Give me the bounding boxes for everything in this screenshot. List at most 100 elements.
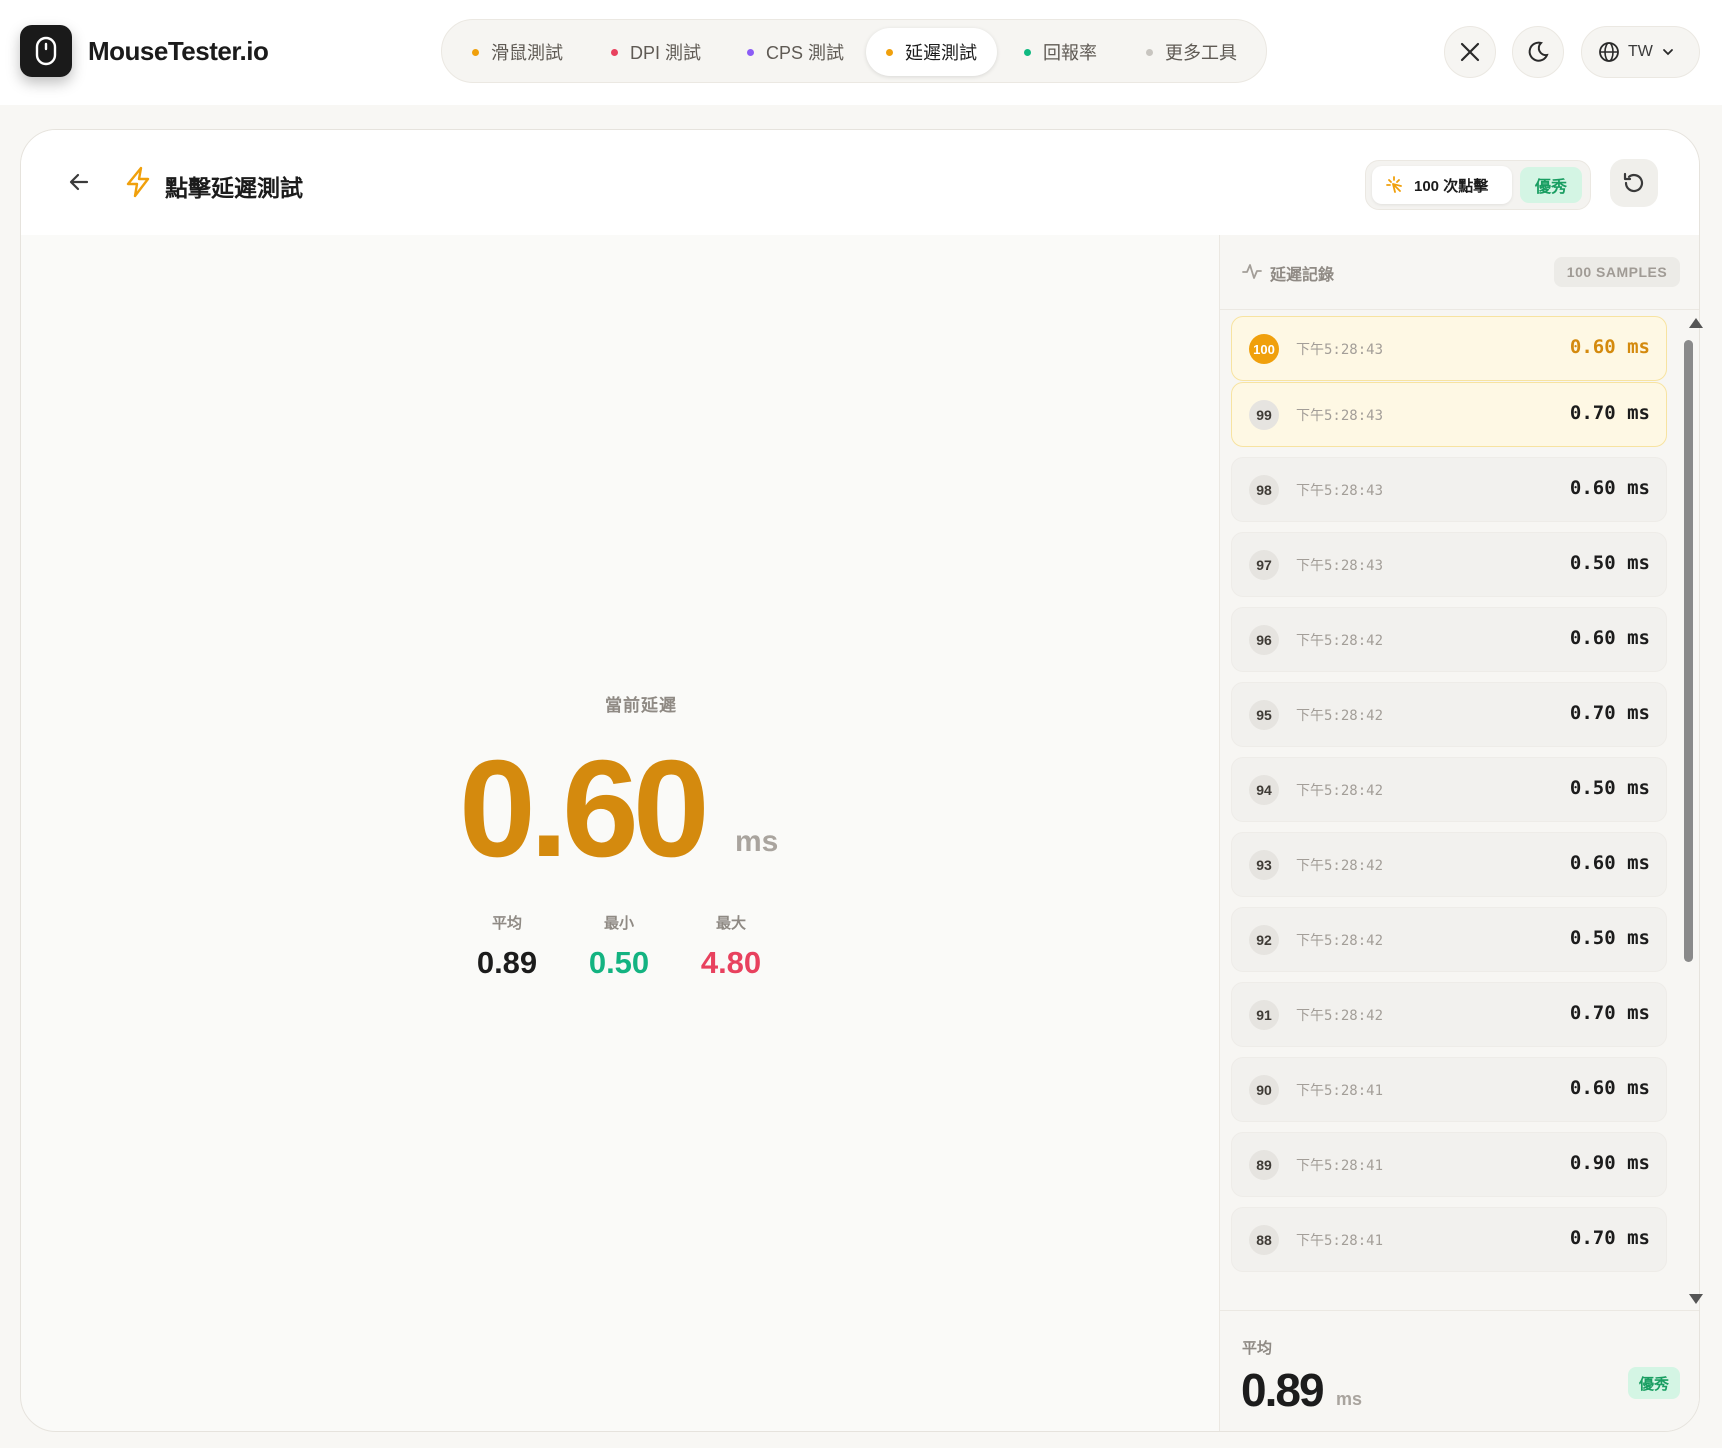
sample-latency: 0.60 ms bbox=[1569, 627, 1650, 649]
sample-latency: 0.90 ms bbox=[1569, 1152, 1650, 1174]
stat-min-value: 0.50 bbox=[588, 945, 650, 980]
scrollbar-thumb[interactable] bbox=[1684, 340, 1693, 962]
latency-test-card: 點擊延遲測試 100 次點擊 優秀 當前延遲 0.60 ms 平均 0.89 最… bbox=[20, 129, 1700, 1432]
latency-log-row: 96 下午5:28:42 0.60 ms bbox=[1231, 607, 1667, 672]
latency-log-row: 88 下午5:28:41 0.70 ms bbox=[1231, 1207, 1667, 1272]
stat-min-label: 最小 bbox=[603, 915, 634, 932]
sample-time: 下午5:28:43 bbox=[1296, 558, 1384, 574]
nav-latency-test[interactable]: 延遲測試 bbox=[866, 28, 997, 76]
rating-badge: 優秀 bbox=[1520, 167, 1582, 203]
sample-latency: 0.70 ms bbox=[1569, 402, 1650, 424]
latency-log-panel: 延遲記錄 100 SAMPLES 100 下午5:28:43 0.60 ms 99 下午… bbox=[1219, 235, 1699, 1431]
sample-number: 89 bbox=[1249, 1150, 1279, 1180]
sample-latency: 0.50 ms bbox=[1569, 552, 1650, 574]
chevron-down-icon bbox=[1662, 49, 1673, 56]
latency-log-row: 100 下午5:28:43 0.60 ms bbox=[1231, 316, 1667, 381]
stat-min: 最小 0.50 bbox=[564, 912, 674, 981]
sample-latency: 0.50 ms bbox=[1569, 927, 1650, 949]
latency-log-row: 97 下午5:28:43 0.50 ms bbox=[1231, 532, 1667, 597]
x-twitter-icon[interactable] bbox=[1444, 26, 1496, 78]
globe-icon bbox=[1599, 42, 1619, 62]
log-panel-header: 延遲記錄 100 SAMPLES bbox=[1220, 235, 1699, 310]
nav-mouse-test[interactable]: 滑鼠測試 bbox=[452, 28, 583, 76]
nav-more-tools[interactable]: 更多工具 bbox=[1126, 28, 1257, 76]
sample-time: 下午5:28:42 bbox=[1296, 1008, 1384, 1024]
nav-label: 滑鼠測試 bbox=[491, 43, 563, 63]
latency-log-row: 95 下午5:28:42 0.70 ms bbox=[1231, 682, 1667, 747]
nav-dot bbox=[1146, 48, 1153, 56]
nav-dpi-test[interactable]: DPI 測試 bbox=[591, 28, 721, 76]
latency-log-row: 90 下午5:28:41 0.60 ms bbox=[1231, 1057, 1667, 1122]
clicks-count: 100 次點擊 bbox=[1414, 177, 1489, 195]
sample-number: 96 bbox=[1249, 625, 1279, 655]
sample-latency: 0.70 ms bbox=[1569, 702, 1650, 724]
sample-number: 91 bbox=[1249, 1000, 1279, 1030]
sample-number: 90 bbox=[1249, 1075, 1279, 1105]
nav-label: 回報率 bbox=[1043, 43, 1097, 63]
sample-latency: 0.60 ms bbox=[1569, 852, 1650, 874]
sample-number: 99 bbox=[1249, 400, 1279, 430]
sample-time: 下午5:28:41 bbox=[1296, 1158, 1384, 1174]
sample-latency: 0.70 ms bbox=[1569, 1227, 1650, 1249]
page-title: 點擊延遲測試 bbox=[165, 175, 303, 201]
sample-time: 下午5:28:42 bbox=[1296, 708, 1384, 724]
footer-average-label: 平均 bbox=[1242, 1340, 1273, 1357]
footer-average-unit: ms bbox=[1336, 1389, 1363, 1409]
top-navbar: MouseTester.io 滑鼠測試 DPI 測試 CPS 測試 延遲測試 回… bbox=[0, 0, 1722, 105]
nav-dot bbox=[886, 48, 893, 56]
stat-max-value: 4.80 bbox=[700, 945, 762, 980]
sample-number: 98 bbox=[1249, 475, 1279, 505]
sample-time: 下午5:28:42 bbox=[1296, 633, 1384, 649]
nav-cps-test[interactable]: CPS 測試 bbox=[727, 28, 864, 76]
sample-number: 95 bbox=[1249, 700, 1279, 730]
language-code: TW bbox=[1628, 43, 1653, 60]
stat-max-label: 最大 bbox=[715, 915, 746, 932]
latency-log-list[interactable]: 100 下午5:28:43 0.60 ms 99 下午5:28:43 0.70 ms 98 下… bbox=[1220, 312, 1699, 1287]
footer-rating-badge: 優秀 bbox=[1628, 1367, 1680, 1399]
footer-average-value: 0.89 bbox=[1241, 1364, 1325, 1416]
activity-pulse-icon bbox=[1242, 264, 1262, 279]
sample-time: 下午5:28:42 bbox=[1296, 858, 1384, 874]
sample-number: 88 bbox=[1249, 1225, 1279, 1255]
back-arrow-icon[interactable] bbox=[63, 166, 95, 198]
current-latency-label: 當前延遲 bbox=[605, 696, 677, 715]
nav-dot bbox=[1024, 48, 1031, 56]
scroll-down-arrow[interactable] bbox=[1689, 1294, 1703, 1304]
sample-time: 下午5:28:43 bbox=[1296, 408, 1384, 424]
sample-time: 下午5:28:43 bbox=[1296, 342, 1384, 358]
latency-log-row: 93 下午5:28:42 0.60 ms bbox=[1231, 832, 1667, 897]
brand-name[interactable]: MouseTester.io bbox=[88, 36, 269, 67]
latency-log-row: 94 下午5:28:42 0.50 ms bbox=[1231, 757, 1667, 822]
latency-log-row: 92 下午5:28:42 0.50 ms bbox=[1231, 907, 1667, 972]
sample-time: 下午5:28:41 bbox=[1296, 1083, 1384, 1099]
card-header: 點擊延遲測試 100 次點擊 優秀 bbox=[21, 130, 1699, 235]
nav-dot bbox=[611, 48, 618, 56]
clicks-summary: 100 次點擊 優秀 bbox=[1365, 160, 1591, 210]
language-selector[interactable]: TW bbox=[1581, 26, 1700, 78]
sample-time: 下午5:28:42 bbox=[1296, 933, 1384, 949]
sample-number: 94 bbox=[1249, 775, 1279, 805]
stat-average: 平均 0.89 bbox=[452, 912, 562, 981]
current-latency-value: 0.60 bbox=[459, 732, 710, 886]
sample-time: 下午5:28:42 bbox=[1296, 783, 1384, 799]
stat-average-label: 平均 bbox=[491, 915, 522, 932]
lightning-bolt-icon bbox=[126, 166, 150, 198]
logo-mouse-icon[interactable] bbox=[20, 25, 72, 77]
stat-average-value: 0.89 bbox=[476, 945, 538, 980]
sample-latency: 0.60 ms bbox=[1569, 1077, 1650, 1099]
main-nav: 滑鼠測試 DPI 測試 CPS 測試 延遲測試 回報率 更多工具 bbox=[441, 19, 1267, 83]
scroll-up-arrow[interactable] bbox=[1689, 318, 1703, 328]
sample-time: 下午5:28:43 bbox=[1296, 483, 1384, 499]
nav-polling-rate[interactable]: 回報率 bbox=[1004, 28, 1117, 76]
click-sparkle-icon bbox=[1386, 176, 1402, 193]
nav-label: CPS 測試 bbox=[766, 43, 845, 63]
reset-button[interactable] bbox=[1610, 159, 1658, 207]
sample-number: 93 bbox=[1249, 850, 1279, 880]
sample-number: 92 bbox=[1249, 925, 1279, 955]
nav-label: 更多工具 bbox=[1165, 43, 1237, 63]
sample-latency: 0.60 ms bbox=[1569, 336, 1650, 358]
sample-number: 97 bbox=[1249, 550, 1279, 580]
sample-time: 下午5:28:41 bbox=[1296, 1233, 1384, 1249]
sample-number: 100 bbox=[1249, 334, 1279, 364]
dark-mode-moon-icon[interactable] bbox=[1512, 26, 1564, 78]
